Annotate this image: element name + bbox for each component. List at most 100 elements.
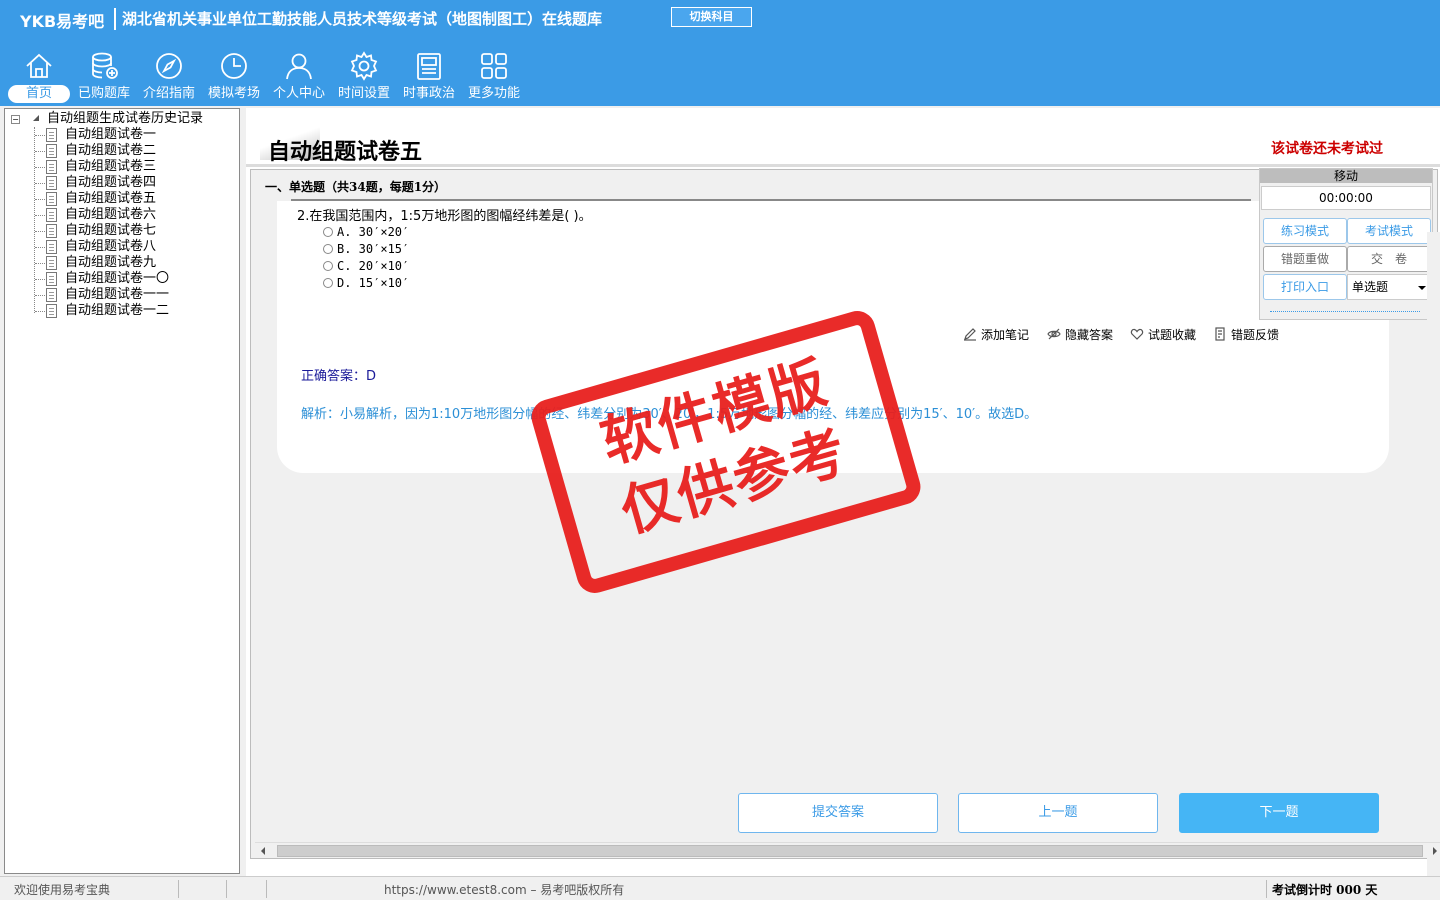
add-note-label: 添加笔记 (981, 328, 1030, 342)
tree-branch-line (35, 199, 45, 200)
tree-item-label: 自动组题试卷九 (65, 255, 157, 270)
tree-branch-line (35, 263, 45, 264)
submit-answer-button[interactable]: 提交答案 (738, 793, 938, 833)
option-b[interactable]: B. 30′×15′ (323, 242, 409, 258)
tree-item-label: 自动组题试卷八 (65, 239, 157, 254)
grid-icon (481, 53, 507, 79)
tree-branch-line (35, 151, 45, 152)
vertical-scrollbar[interactable] (1427, 232, 1440, 900)
compass-icon (156, 53, 182, 79)
nav-personal[interactable]: 个人中心 (268, 46, 330, 104)
nav-time-settings[interactable]: 时间设置 (333, 46, 395, 104)
tree-guide-line (34, 127, 35, 313)
document-icon (46, 160, 57, 174)
paper-title: 自动组题试卷五 (268, 139, 423, 165)
tree-branch-line (35, 279, 45, 280)
nav-home-label: 首页 (8, 85, 70, 103)
expand-triangle-icon (33, 115, 39, 121)
document-icon (46, 304, 57, 318)
document-icon (46, 272, 57, 286)
home-icon (26, 53, 52, 78)
status-divider (178, 880, 179, 898)
document-icon (46, 128, 57, 142)
tree-branch-line (35, 231, 45, 232)
tree-branch-line (35, 183, 45, 184)
tree-branch-line (35, 135, 45, 136)
option-d[interactable]: D. 15′×10′ (323, 276, 409, 292)
nav-mock-exam[interactable]: 模拟考场 (203, 46, 265, 104)
previous-question-button[interactable]: 上一题 (958, 793, 1158, 833)
tree-item-label: 自动组题试卷六 (65, 207, 157, 222)
practice-mode-button[interactable]: 练习模式 (1263, 218, 1347, 244)
tree-item-label: 自动组题试卷一二 (65, 303, 170, 318)
switch-subject-button[interactable]: 切换科目 (671, 7, 752, 27)
move-handle[interactable]: 移动 (1260, 169, 1432, 183)
exam-status-text: 该试卷还未考试过 (1271, 141, 1383, 157)
gear-icon (350, 51, 378, 81)
horizontal-scrollbar[interactable] (255, 842, 1440, 858)
document-icon (46, 192, 57, 206)
document-icon (46, 224, 57, 238)
tree-item-label: 自动组题试卷一 (65, 127, 157, 142)
tree-item-label: 自动组题试卷七 (65, 223, 157, 238)
database-icon (92, 52, 118, 79)
nav-politics[interactable]: 时事政治 (398, 46, 460, 104)
nav-more-label: 更多功能 (467, 86, 520, 101)
nav-home[interactable]: 首页 (8, 46, 70, 104)
radio-icon[interactable] (323, 278, 333, 288)
document-icon (46, 256, 57, 270)
paper-history-tree: − 自动组题生成试卷历史记录 自动组题试卷一 自动组题试卷二 自动组题试卷三 自动组题… (4, 108, 240, 874)
exam-control-panel: 移动 00:00:00 练习模式 考试模式 错题重做 交 卷 打印入口 单选题 (1259, 168, 1433, 320)
document-icon (46, 144, 57, 158)
tree-item-label: 自动组题试卷四 (65, 175, 157, 190)
app-title: 湖北省机关事业单位工勤技能人员技术等级考试（地图制图工）在线题库 (122, 10, 603, 28)
radio-icon[interactable] (323, 261, 333, 271)
tree-branch-line (35, 167, 45, 168)
scroll-right-arrow-icon[interactable] (1433, 847, 1437, 855)
brand-logo: YKB易考吧 (20, 12, 105, 31)
error-feedback-label: 错题反馈 (1231, 328, 1280, 342)
radio-icon[interactable] (323, 227, 333, 237)
status-divider (266, 880, 267, 898)
eye-hidden-icon (1047, 328, 1061, 340)
next-question-button[interactable]: 下一题 (1179, 793, 1379, 833)
nav-guide-label: 介绍指南 (142, 86, 195, 101)
question-type-select[interactable]: 单选题 (1347, 274, 1431, 300)
nav-time-settings-label: 时间设置 (337, 86, 390, 101)
document-icon (46, 288, 57, 302)
section-heading: 一、单选题（共34题，每题1分） (265, 180, 447, 194)
option-a[interactable]: A. 30′×20′ (323, 225, 409, 241)
question-text: 2.在我国范围内，1:5万地形图的图幅经纬差是( )。 (297, 209, 592, 224)
scroll-left-arrow-icon[interactable] (261, 847, 265, 855)
option-c[interactable]: C. 20′×10′ (323, 259, 409, 275)
status-divider (226, 880, 227, 898)
scroll-thumb[interactable] (277, 845, 1423, 857)
radio-icon[interactable] (323, 244, 333, 254)
option-label: B. 30′×15′ (337, 242, 410, 256)
status-divider (1266, 880, 1267, 898)
nav-guide[interactable]: 介绍指南 (138, 46, 200, 104)
submit-paper-button[interactable]: 交 卷 (1347, 246, 1431, 272)
option-label: D. 15′×10′ (337, 276, 410, 290)
question-type-value: 单选题 (1352, 280, 1389, 294)
nav-purchased[interactable]: 已购题库 (73, 46, 135, 104)
print-entry-button[interactable]: 打印入口 (1263, 274, 1347, 300)
nav-purchased-label: 已购题库 (77, 86, 130, 101)
title-divider (246, 164, 1440, 167)
clock-icon (221, 53, 247, 79)
nav-mock-exam-label: 模拟考场 (207, 86, 260, 101)
exam-mode-button[interactable]: 考试模式 (1347, 218, 1431, 244)
option-label: C. 20′×10′ (337, 259, 410, 273)
timer-display: 00:00:00 (1261, 186, 1431, 210)
tree-item-label: 自动组题试卷一一 (65, 287, 170, 302)
tree-root-label: 自动组题生成试卷历史记录 (47, 111, 204, 126)
pencil-icon (964, 328, 976, 341)
heart-icon (1130, 328, 1144, 340)
tree-item-label: 自动组题试卷一〇 (65, 271, 170, 286)
chevron-down-icon (1418, 286, 1426, 290)
redo-wrong-button[interactable]: 错题重做 (1263, 246, 1347, 272)
nav-more[interactable]: 更多功能 (463, 46, 525, 104)
collapse-toggle-icon[interactable]: − (11, 115, 20, 124)
document-icon (46, 176, 57, 190)
correct-answer: 正确答案：D (301, 369, 377, 384)
